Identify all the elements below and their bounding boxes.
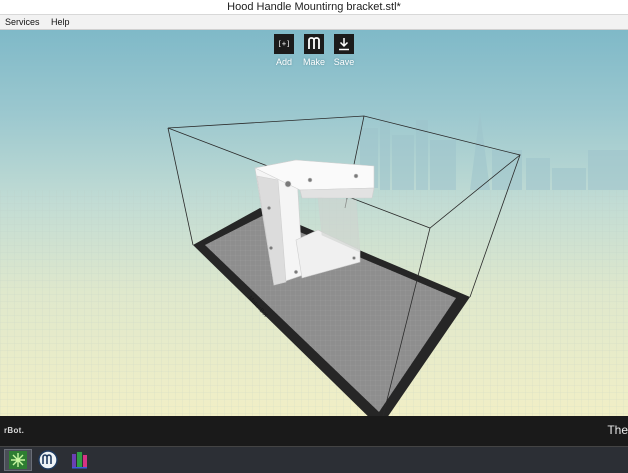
make-label: Make xyxy=(302,57,325,67)
menu-services[interactable]: Services xyxy=(0,15,44,29)
save-label: Save xyxy=(333,57,355,67)
3d-viewport[interactable]: MakerBot xyxy=(0,30,628,416)
status-message: The xyxy=(607,423,628,437)
status-bar: rBot. The xyxy=(0,416,628,446)
taskbar xyxy=(0,446,628,473)
app-icon[interactable] xyxy=(66,449,94,471)
start-icon[interactable] xyxy=(4,449,32,471)
add-button[interactable]: [+] Add xyxy=(267,34,301,67)
save-button[interactable]: Save xyxy=(327,34,361,67)
makerbot-m-icon xyxy=(304,34,324,54)
scene: MakerBot xyxy=(0,110,628,416)
status-brand: rBot. xyxy=(4,426,25,435)
window-title: Hood Handle Mountirng bracket.stl* xyxy=(0,0,628,15)
menu-help[interactable]: Help xyxy=(46,15,74,29)
toolbar: [+] Add Make Save xyxy=(0,34,628,70)
add-icon: [+] xyxy=(274,34,294,54)
make-button[interactable]: Make xyxy=(297,34,331,67)
download-icon xyxy=(334,34,354,54)
add-label: Add xyxy=(275,57,292,67)
skyline xyxy=(360,110,628,190)
menu-bar: Services Help xyxy=(0,15,628,30)
makerware-icon[interactable] xyxy=(34,449,62,471)
